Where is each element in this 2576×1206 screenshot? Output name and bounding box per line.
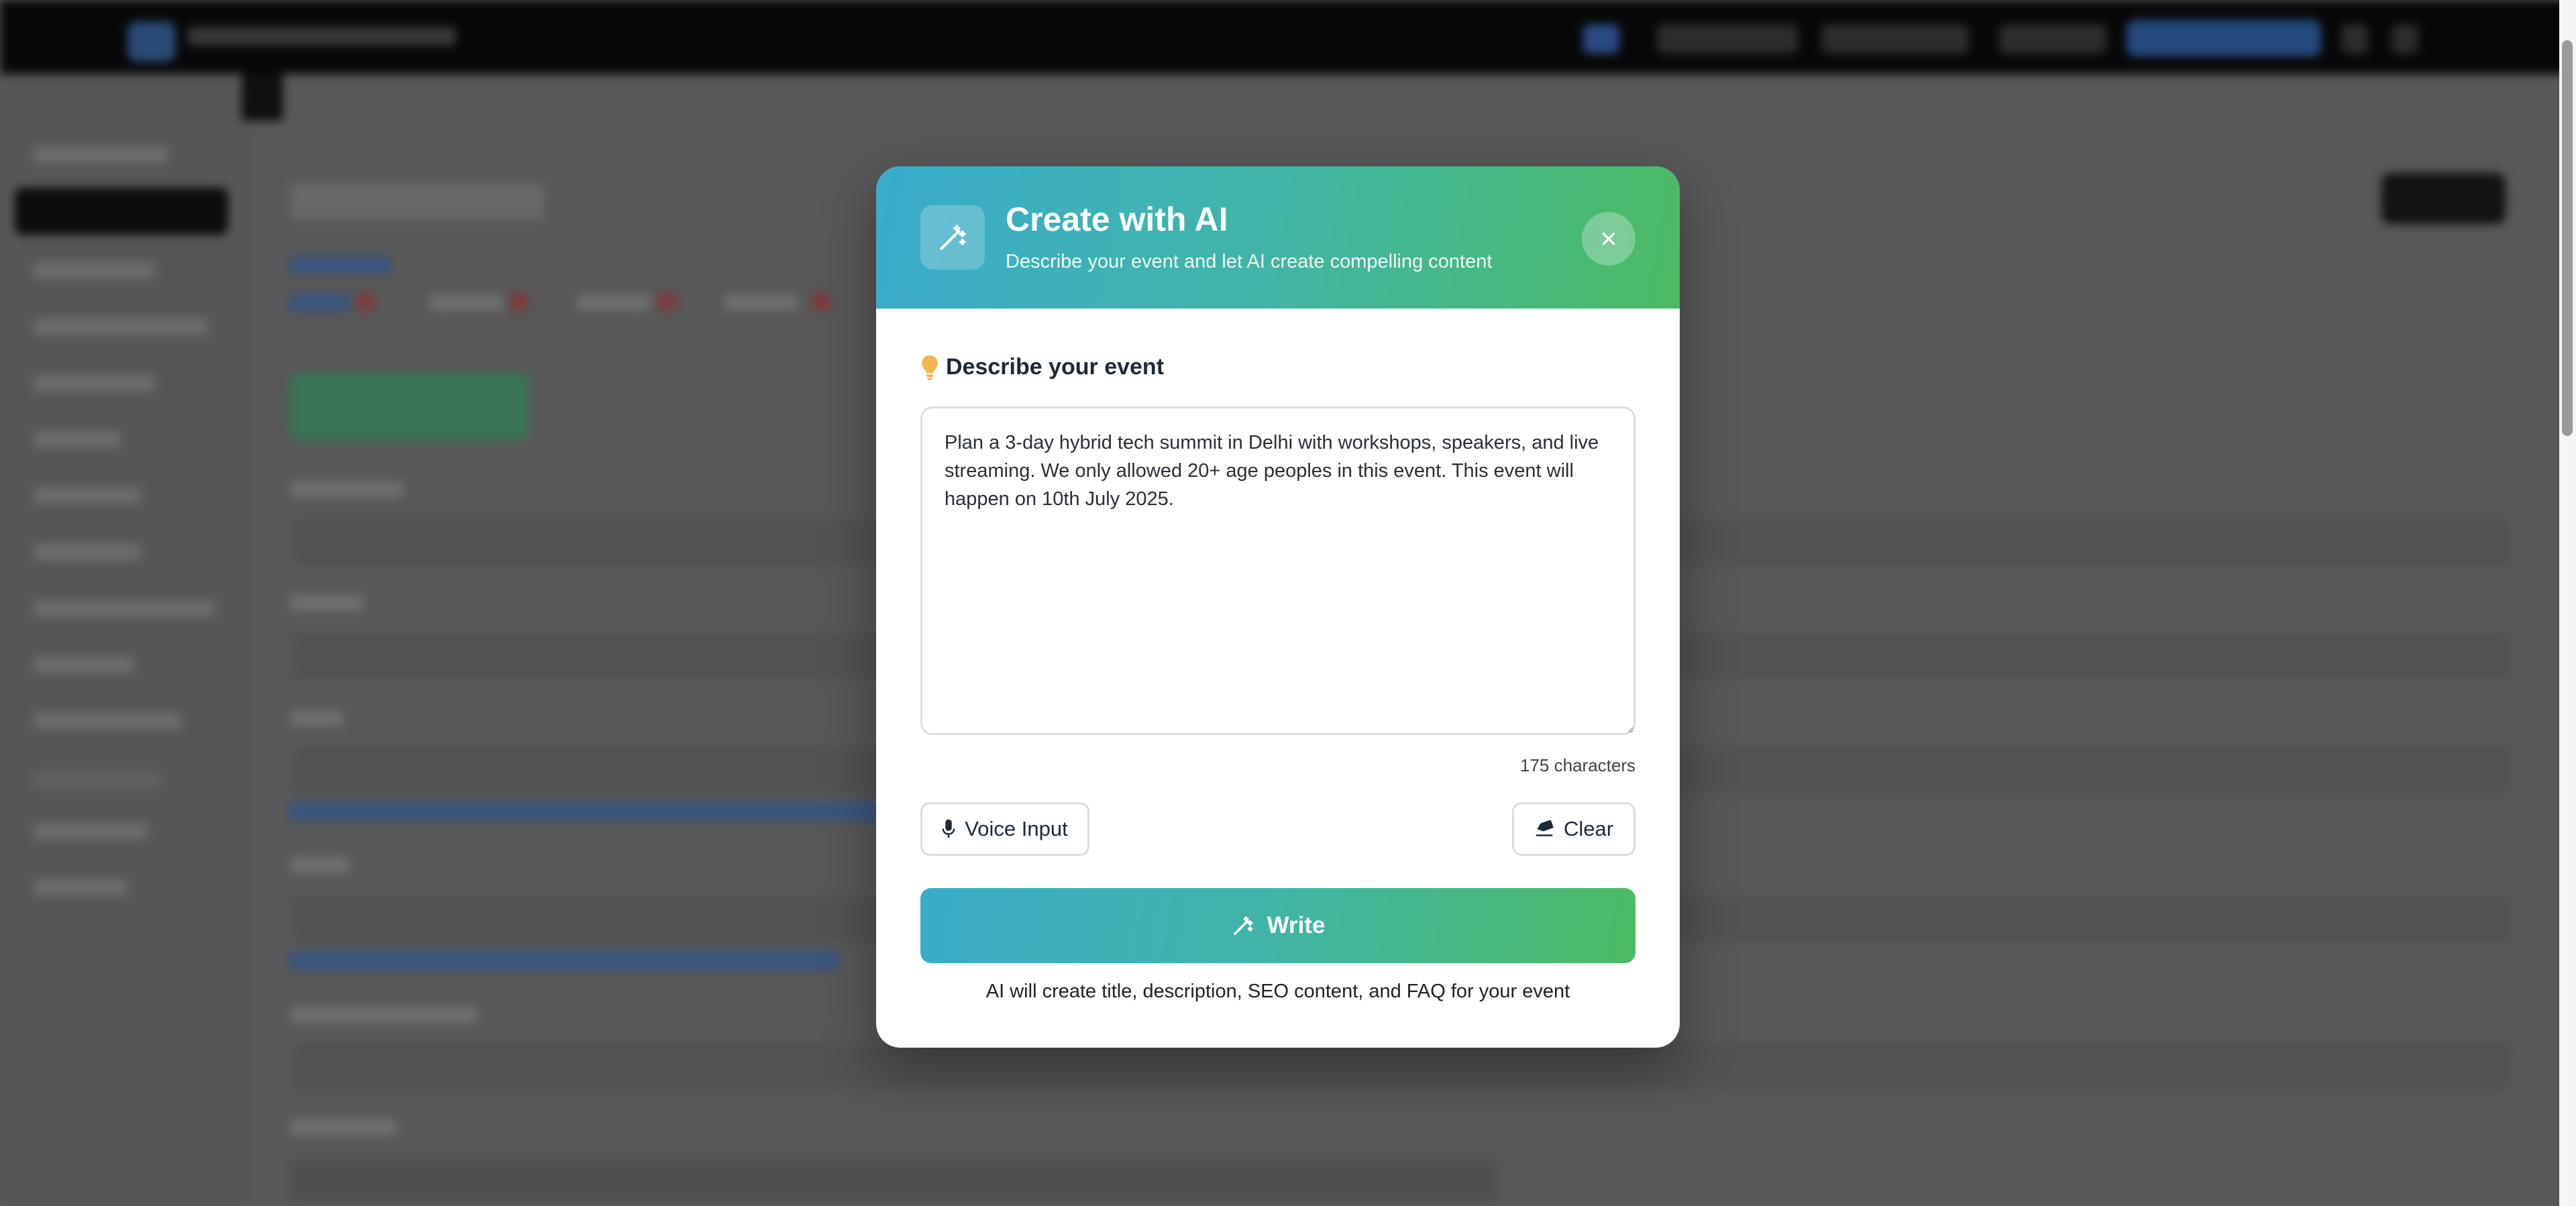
modal-title: Create with AI xyxy=(1006,201,1228,238)
write-button[interactable]: Write xyxy=(920,888,1635,963)
microphone-icon xyxy=(942,819,955,838)
modal-subtitle: Describe your event and let AI create co… xyxy=(1006,251,1493,272)
voice-input-button[interactable]: Voice Input xyxy=(920,802,1089,856)
magic-wand-icon xyxy=(1233,916,1253,935)
modal-header: Create with AI Describe your event and l… xyxy=(876,166,1680,309)
clear-label: Clear xyxy=(1563,817,1614,840)
section-label: Describe your event xyxy=(946,354,1165,380)
lightbulb-icon xyxy=(922,355,938,380)
character-counter: 175 characters xyxy=(1520,755,1635,775)
close-icon xyxy=(1602,232,1615,245)
voice-input-label: Voice Input xyxy=(965,817,1068,840)
eraser-icon xyxy=(1536,820,1554,836)
scrollbar-thumb[interactable] xyxy=(2562,40,2573,436)
clear-button[interactable]: Clear xyxy=(1512,802,1635,856)
ai-footnote: AI will create title, description, SEO c… xyxy=(985,981,1570,1002)
close-button[interactable] xyxy=(1582,212,1635,266)
create-with-ai-modal: Create with AI Describe your event and l… xyxy=(876,166,1680,1048)
event-description-input[interactable]: Plan a 3-day hybrid tech summit in Delhi… xyxy=(920,406,1635,735)
magic-wand-icon xyxy=(920,205,985,270)
write-label: Write xyxy=(1267,912,1326,938)
